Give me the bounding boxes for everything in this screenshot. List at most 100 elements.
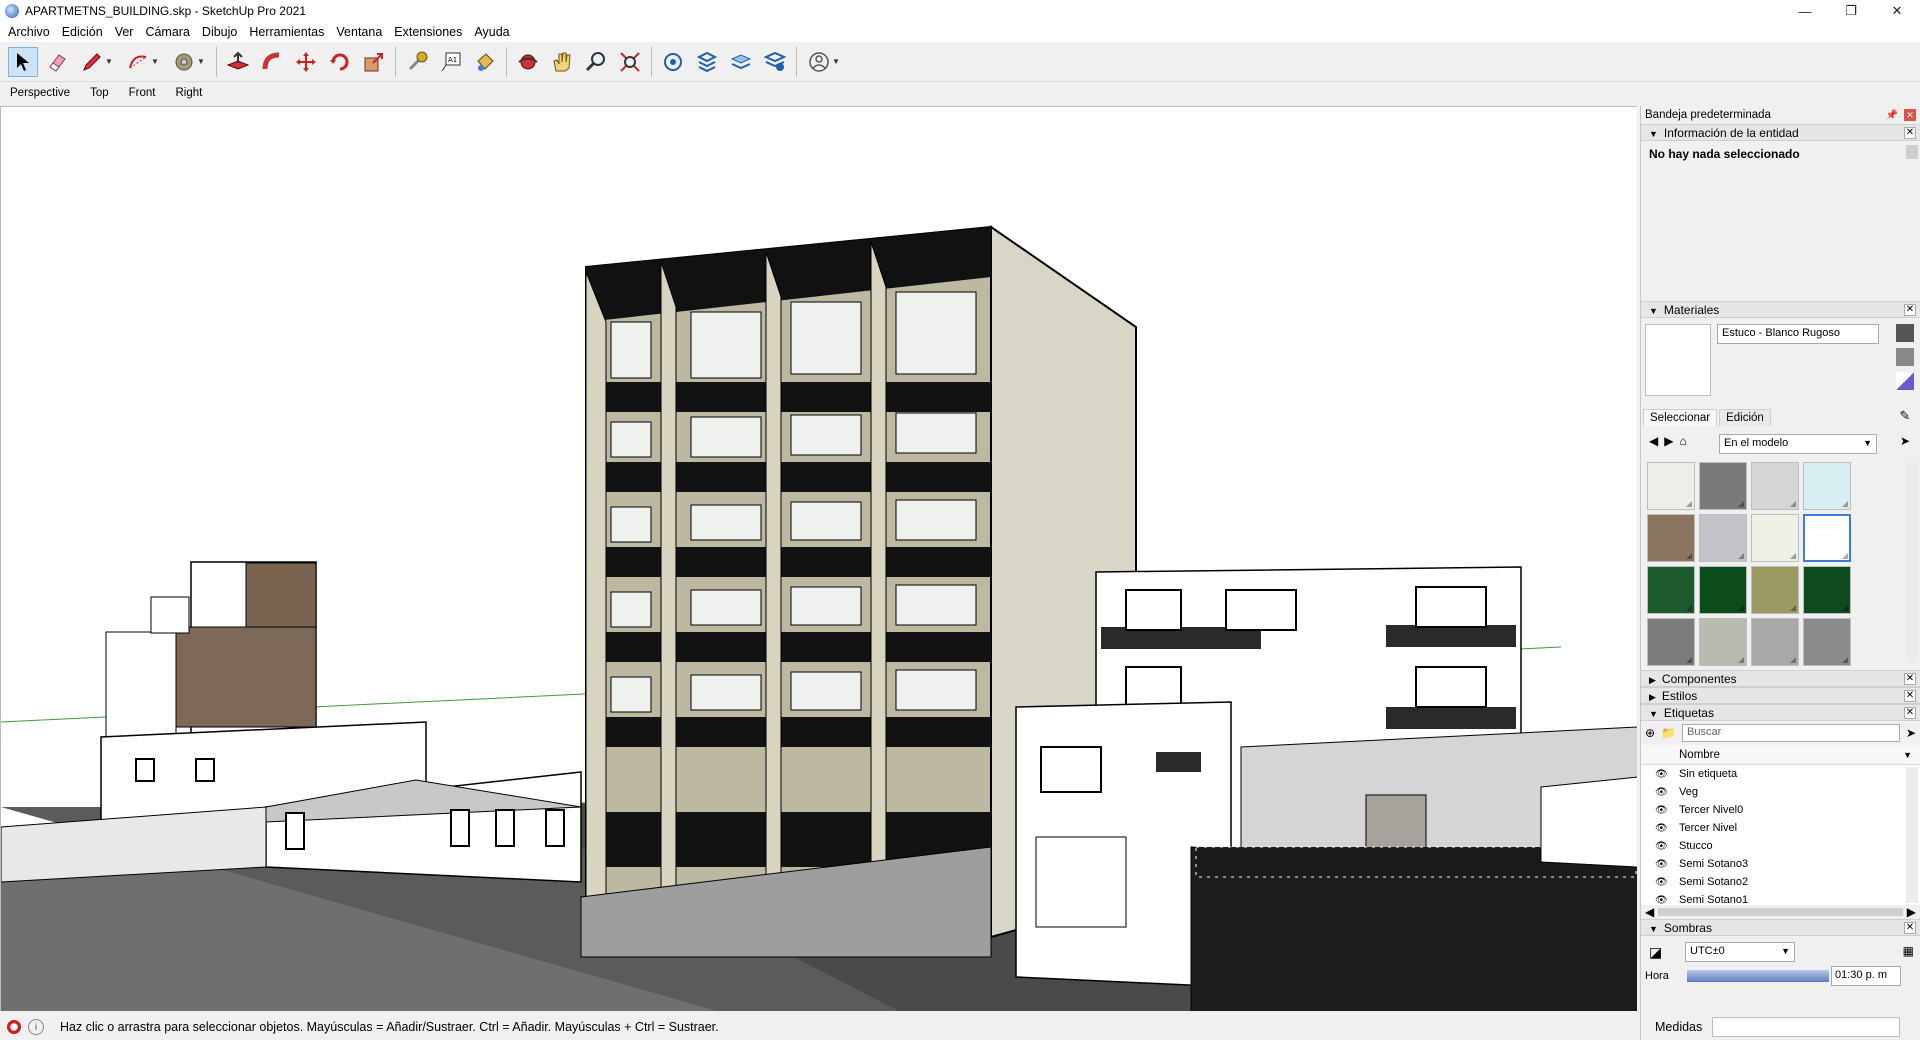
- materials-panel-header[interactable]: ▼ Materiales ✕: [1641, 301, 1920, 318]
- menu-ventana[interactable]: Ventana: [330, 25, 388, 39]
- arc-tool-button[interactable]: ▼: [122, 47, 164, 77]
- scroll-right-icon[interactable]: ▶: [1907, 905, 1916, 919]
- forward-arrow-icon[interactable]: ▶: [1664, 434, 1673, 448]
- shadows-panel-header[interactable]: ▼ Sombras ✕: [1641, 919, 1920, 936]
- orbit-button[interactable]: [513, 47, 543, 77]
- measurements-input[interactable]: [1712, 1017, 1901, 1037]
- timezone-select[interactable]: UTC±0 ▼: [1685, 942, 1795, 962]
- components-panel-header[interactable]: ▶ Componentes ✕: [1641, 670, 1920, 687]
- time-input[interactable]: 01:30 p. m: [1831, 966, 1901, 986]
- material-swatch[interactable]: [1751, 618, 1799, 666]
- extension-warehouse-button[interactable]: [692, 47, 722, 77]
- collection-select[interactable]: En el modelo ▼: [1719, 434, 1877, 454]
- material-swatch[interactable]: [1751, 514, 1799, 562]
- menu-ayuda[interactable]: Ayuda: [468, 25, 515, 39]
- select-tool-button[interactable]: [8, 46, 38, 77]
- eye-icon[interactable]: 👁: [1655, 823, 1669, 834]
- 3d-warehouse-button[interactable]: [658, 47, 688, 77]
- tag-column-header[interactable]: Nombre ▼: [1641, 745, 1920, 765]
- push-pull-button[interactable]: [223, 47, 253, 77]
- material-swatch[interactable]: [1699, 514, 1747, 562]
- scale-button[interactable]: [359, 47, 389, 77]
- menu-edicion[interactable]: Edición: [56, 25, 109, 39]
- info-icon[interactable]: i: [28, 1019, 44, 1035]
- create-material-icon[interactable]: [1896, 348, 1914, 366]
- tag-row[interactable]: 👁 Sin etiqueta: [1641, 765, 1920, 783]
- tab-edit[interactable]: Edición: [1719, 409, 1771, 426]
- geo-location-icon[interactable]: [6, 1019, 22, 1035]
- shape-tool-button[interactable]: ▼: [168, 47, 210, 77]
- menu-ver[interactable]: Ver: [109, 25, 140, 39]
- eye-icon[interactable]: 👁: [1655, 841, 1669, 852]
- add-tag-icon[interactable]: ⊕: [1645, 726, 1655, 740]
- pin-icon[interactable]: 📌: [1886, 110, 1898, 121]
- tag-row[interactable]: 👁 Stucco: [1641, 837, 1920, 855]
- eye-icon[interactable]: 👁: [1655, 769, 1669, 780]
- tag-row[interactable]: 👁 Semi Sotano1: [1641, 891, 1920, 905]
- material-swatch[interactable]: [1647, 514, 1695, 562]
- time-slider[interactable]: [1687, 970, 1829, 982]
- scene-tab-right[interactable]: Right: [169, 86, 208, 100]
- menu-archivo[interactable]: Archivo: [2, 25, 56, 39]
- panel-close-button[interactable]: ✕: [1904, 126, 1916, 139]
- scene-tab-perspective[interactable]: Perspective: [4, 86, 76, 100]
- eraser-tool-button[interactable]: [42, 47, 72, 77]
- material-name-field[interactable]: Estuco - Blanco Rugoso: [1717, 324, 1879, 344]
- entity-info-panel-header[interactable]: ▼ Información de la entidad ✕: [1641, 124, 1920, 141]
- details-arrow-icon[interactable]: ➤: [1896, 434, 1914, 452]
- material-swatch[interactable]: [1647, 618, 1695, 666]
- tape-measure-button[interactable]: [402, 47, 432, 77]
- styles-panel-header[interactable]: ▶ Estilos ✕: [1641, 687, 1920, 704]
- eye-icon[interactable]: 👁: [1655, 859, 1669, 870]
- menu-herramientas[interactable]: Herramientas: [243, 25, 330, 39]
- chevron-down-icon[interactable]: ▼: [151, 57, 159, 66]
- text-button[interactable]: A1: [436, 47, 466, 77]
- menu-camara[interactable]: Cámara: [139, 25, 195, 39]
- menu-dibujo[interactable]: Dibujo: [196, 25, 243, 39]
- chevron-down-icon[interactable]: ▼: [197, 57, 205, 66]
- material-swatch[interactable]: [1699, 618, 1747, 666]
- minimize-button[interactable]: —: [1782, 0, 1828, 22]
- eye-icon[interactable]: 👁: [1655, 895, 1669, 906]
- pan-button[interactable]: [547, 47, 577, 77]
- add-folder-icon[interactable]: 📁: [1661, 726, 1676, 740]
- shadow-settings-icon[interactable]: ▦: [1903, 944, 1914, 958]
- panel-close-button[interactable]: ✕: [1904, 689, 1916, 702]
- follow-me-button[interactable]: [257, 47, 287, 77]
- layout-button[interactable]: [726, 47, 756, 77]
- shadow-toggle-icon[interactable]: ◪: [1649, 944, 1662, 961]
- material-swatch[interactable]: [1647, 566, 1695, 614]
- zoom-button[interactable]: [581, 47, 611, 77]
- tag-horizontal-scrollbar[interactable]: ◀ ▶: [1641, 905, 1920, 919]
- scene-tab-front[interactable]: Front: [123, 86, 162, 100]
- material-swatch[interactable]: [1699, 462, 1747, 510]
- eyedropper-icon[interactable]: ✎: [1896, 408, 1914, 426]
- model-viewport[interactable]: [0, 106, 1637, 1011]
- tag-row[interactable]: 👁 Tercer Nivel: [1641, 819, 1920, 837]
- restore-button[interactable]: ❐: [1828, 0, 1874, 22]
- material-swatch[interactable]: [1751, 462, 1799, 510]
- back-arrow-icon[interactable]: ◀: [1649, 434, 1658, 448]
- rotate-button[interactable]: [325, 47, 355, 77]
- zoom-extents-button[interactable]: [615, 47, 645, 77]
- material-swatch[interactable]: [1803, 566, 1851, 614]
- account-button[interactable]: ▼: [803, 47, 845, 77]
- close-window-button[interactable]: ✕: [1874, 0, 1920, 22]
- eye-icon[interactable]: 👁: [1655, 805, 1669, 816]
- menu-extensiones[interactable]: Extensiones: [388, 25, 468, 39]
- swatch-scrollbar[interactable]: [1906, 462, 1918, 662]
- tag-row[interactable]: 👁 Veg: [1641, 783, 1920, 801]
- default-material-icon[interactable]: [1896, 372, 1914, 390]
- tags-panel-header[interactable]: ▼ Etiquetas ✕: [1641, 704, 1920, 721]
- home-icon[interactable]: ⌂: [1679, 434, 1686, 448]
- panel-close-button[interactable]: ✕: [1904, 706, 1916, 719]
- tag-search-input[interactable]: Buscar: [1682, 724, 1900, 742]
- tag-scrollbar[interactable]: [1906, 767, 1918, 903]
- scroll-thumb[interactable]: [1658, 908, 1903, 916]
- eye-icon[interactable]: 👁: [1655, 877, 1669, 888]
- material-swatch[interactable]: [1699, 566, 1747, 614]
- move-button[interactable]: [291, 47, 321, 77]
- material-swatch[interactable]: [1803, 462, 1851, 510]
- extension-manager-button[interactable]: [760, 47, 790, 77]
- line-tool-button[interactable]: ▼: [76, 47, 118, 77]
